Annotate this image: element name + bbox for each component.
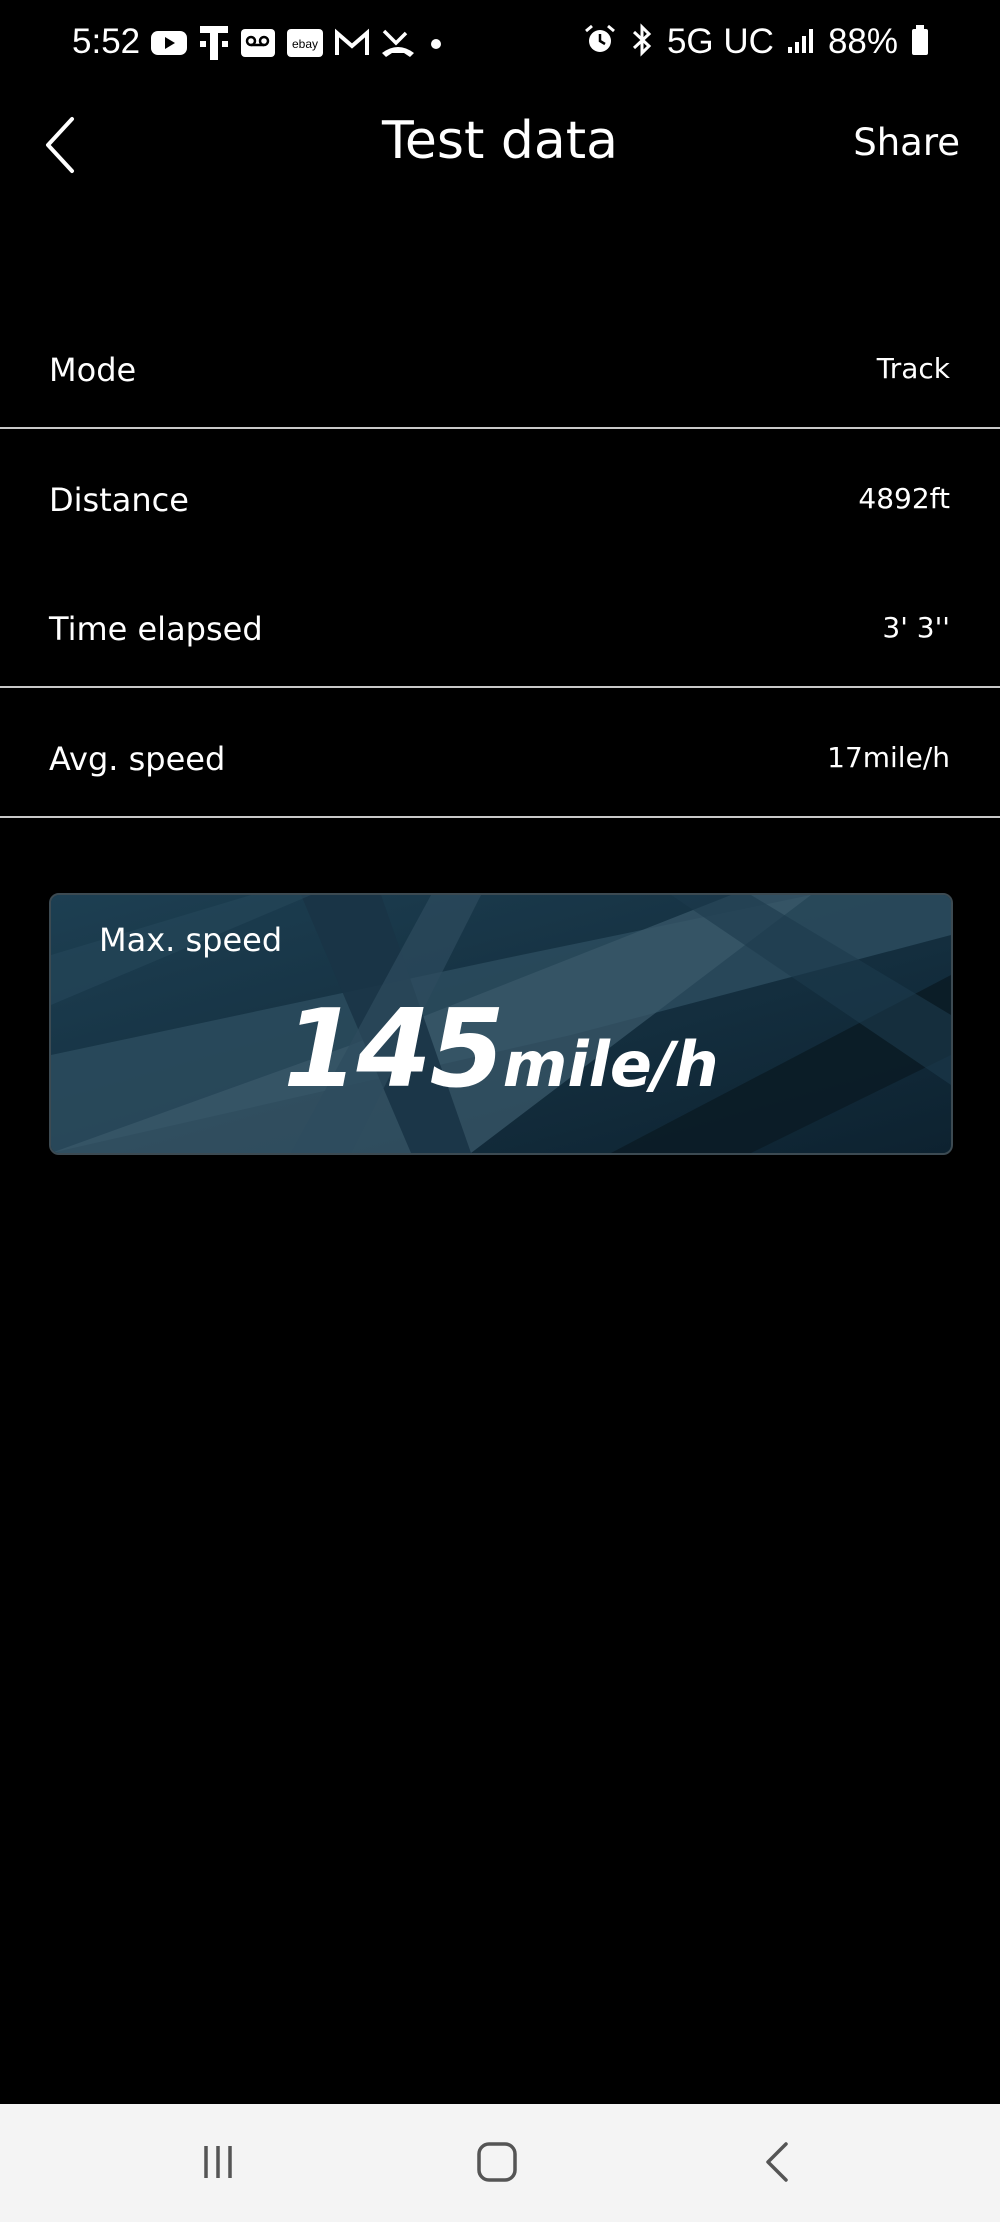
youtube-icon: [150, 28, 188, 62]
max-speed-value: 145mile/h: [51, 987, 951, 1112]
row-label: Mode: [49, 351, 137, 389]
status-bar: 5:52 ebay 5G UC 88%: [0, 0, 1000, 90]
max-speed-unit: mile/h: [502, 1028, 719, 1101]
dot-icon: [426, 28, 446, 62]
recent-apps-button[interactable]: [178, 2132, 258, 2192]
divider: [0, 686, 1000, 688]
row-value: Track: [876, 351, 950, 385]
signal-icon: [786, 25, 816, 59]
bluetooth-icon: [629, 23, 655, 61]
nav-back-button[interactable]: [737, 2132, 817, 2192]
battery-percent: 88%: [827, 22, 898, 61]
divider: [0, 427, 1000, 429]
gmail-icon: [334, 28, 370, 62]
alarm-icon: [583, 23, 617, 61]
ebay-icon: ebay: [286, 27, 324, 63]
battery-icon: [910, 23, 930, 61]
system-nav-bar: [0, 2104, 1000, 2222]
row-label: Distance: [49, 481, 189, 519]
recent-apps-icon: [204, 2146, 232, 2178]
row-value: 4892ft: [858, 481, 950, 515]
row-time-elapsed: Time elapsed 3' 3'': [0, 564, 1000, 694]
home-button[interactable]: [457, 2132, 537, 2192]
t-mobile-icon: [198, 24, 230, 66]
divider: [0, 816, 1000, 818]
share-button[interactable]: Share: [853, 121, 960, 164]
back-icon: [766, 2142, 788, 2182]
notification-icons: ebay: [150, 24, 446, 66]
row-label: Avg. speed: [49, 740, 226, 778]
row-value: 17mile/h: [827, 740, 950, 774]
max-speed-card: Max. speed 145mile/h: [49, 893, 953, 1155]
system-status: 5G UC 88%: [583, 22, 930, 62]
max-speed-label: Max. speed: [99, 921, 283, 959]
app-header: Test data Share: [0, 95, 1000, 195]
status-time: 5:52: [72, 22, 141, 61]
home-icon: [477, 2142, 517, 2182]
row-avg-speed: Avg. speed 17mile/h: [0, 694, 1000, 824]
page-title: Test data: [381, 111, 619, 171]
row-distance: Distance 4892ft: [0, 435, 1000, 565]
network-type: 5G UC: [666, 22, 774, 61]
missed-call-icon: [380, 27, 416, 63]
svg-text:ebay: ebay: [292, 37, 318, 51]
row-mode: Mode Track: [0, 305, 1000, 435]
max-speed-number: 145: [283, 987, 504, 1112]
row-value: 3' 3'': [882, 610, 950, 644]
row-label: Time elapsed: [49, 610, 263, 648]
voicemail-icon: [240, 27, 276, 63]
